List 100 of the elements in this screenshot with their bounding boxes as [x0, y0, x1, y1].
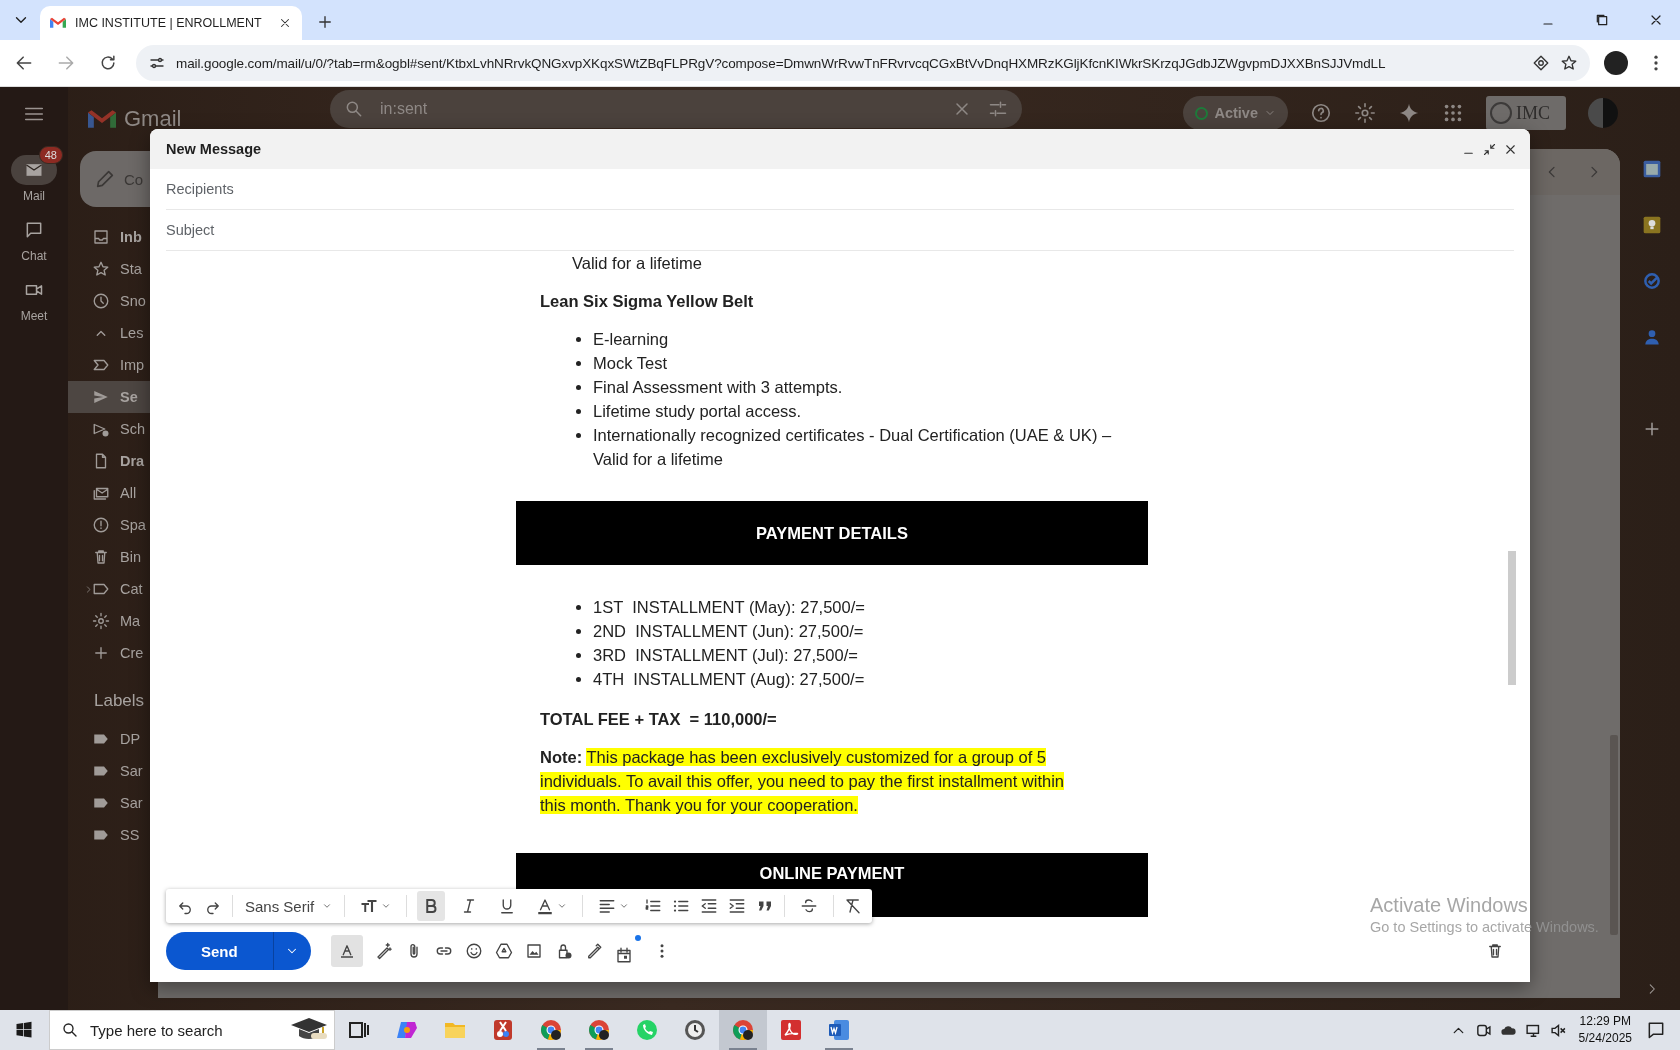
chrome-icon: [731, 1018, 755, 1042]
help-icon[interactable]: [1310, 102, 1332, 124]
send-button[interactable]: Send: [166, 932, 273, 970]
list-item-text: Mock Test: [593, 353, 667, 374]
restore-icon[interactable]: [1594, 12, 1610, 28]
nav-item[interactable]: Sta: [68, 253, 150, 285]
star-icon: [92, 260, 110, 278]
note-text: Note: This package has been exclusively customized for a group of 5 individuals. To avail this offer, you need to pay the first installment within this month. Thank you for your cooperation.: [540, 747, 1066, 816]
rail-item[interactable]: Meet: [3, 265, 65, 323]
rail-item[interactable]: Chat: [3, 205, 65, 263]
bookmark-star-icon[interactable]: [1560, 54, 1578, 72]
nav-item[interactable]: Imp: [68, 349, 150, 381]
bullet-dot: [576, 653, 581, 658]
pdf-document-icon: [779, 1018, 803, 1042]
gmail-logo-icon: [50, 17, 66, 29]
nav-item[interactable]: Les: [68, 317, 150, 349]
chrome-icon: [587, 1018, 611, 1042]
indent-less-icon[interactable]: [700, 897, 719, 915]
exit-full-screen-icon[interactable]: [1482, 141, 1497, 157]
bullet-dot: [576, 361, 581, 366]
calendar-icon[interactable]: [1642, 159, 1662, 179]
formatting-options-button[interactable]: [330, 935, 363, 967]
trash-icon: [92, 548, 110, 566]
unread-count-badge: 48: [38, 146, 63, 164]
nav-item[interactable]: Se: [68, 381, 150, 413]
scrollbar-thumb[interactable]: [1610, 735, 1618, 935]
nav-item[interactable]: All: [68, 477, 150, 509]
nav-item[interactable]: Sch: [68, 413, 150, 445]
list-item-text: Final Assessment with 3 attempts.: [593, 377, 843, 398]
activation-title: Activate Windows: [1370, 894, 1529, 917]
nav-item[interactable]: Ma: [68, 605, 150, 637]
rail-item[interactable]: 48 Mail: [3, 145, 65, 203]
organization-logo: IMC: [1486, 96, 1566, 130]
bullet-dot: [576, 677, 581, 682]
running-indicator: [585, 1048, 613, 1050]
gmail-logo-icon: [88, 108, 116, 130]
nav-item[interactable]: Cre: [68, 637, 150, 669]
person-icon[interactable]: [1642, 327, 1662, 347]
label-item[interactable]: SS: [68, 819, 150, 851]
lightbulb-note-icon[interactable]: [1642, 215, 1662, 235]
text-color-icon: [536, 897, 555, 915]
rail-label: Mail: [23, 189, 45, 203]
nav-item[interactable]: Spa: [68, 509, 150, 541]
list-item-text: 3RD INSTALLMENT (Jul): 27,500/=: [593, 645, 858, 666]
scrollbar-thumb[interactable]: [1508, 551, 1516, 685]
taskbar-search-field[interactable]: Type here to search: [49, 1010, 335, 1050]
strikethrough-icon: [800, 897, 819, 915]
bullet-dot: [576, 605, 581, 610]
label-item[interactable]: DP: [68, 723, 150, 755]
address-field[interactable]: mail.google.com/mail/u/0/?tab=rm&ogbl#sent/KtbxLvhNRrvkQNGxvpXKqxSWtZBqFLPRgV?compose=DmwnWrRvwTnFRvrvcqCGxBtVvDnqHXMRzKGljKfcnKIWkrSKrzqJGdbJZWgvpmDJXXBnSJJVmdLL: [136, 45, 1590, 81]
caret-icon: [619, 901, 630, 911]
apps-grid-icon[interactable]: [1442, 102, 1464, 124]
bullet-dot: [576, 385, 581, 390]
smiley-icon[interactable]: [464, 942, 483, 960]
triangle-icon[interactable]: [494, 942, 513, 960]
send-options-button[interactable]: [272, 932, 311, 970]
windows-start-icon[interactable]: [15, 1021, 33, 1039]
list-item-text: 1ST INSTALLMENT (May): 27,500/=: [593, 597, 865, 618]
taskbar-clock[interactable]: 12:29 PM 5/24/2025: [1578, 1013, 1632, 1047]
tab-title: IMC INSTITUTE | ENROLLMENT: [75, 16, 263, 30]
lens-icon[interactable]: [1532, 54, 1550, 72]
nav-item[interactable]: Bin: [68, 541, 150, 573]
label-item[interactable]: Sar: [68, 787, 150, 819]
compose-title: New Message: [166, 141, 262, 157]
clock-icon: [683, 1018, 707, 1042]
bullet-dot: [576, 433, 581, 438]
nav-item[interactable]: Dra: [68, 445, 150, 477]
font-dropdown[interactable]: Sans Serif: [243, 897, 335, 915]
gear-icon: [92, 612, 110, 630]
tasks-check-icon[interactable]: [1642, 271, 1662, 291]
trash-icon[interactable]: [1486, 942, 1504, 960]
running-indicator: [729, 1048, 757, 1050]
indent-more-icon[interactable]: [728, 897, 747, 915]
nav-item[interactable]: Cat: [68, 573, 150, 605]
close-icon[interactable]: [278, 16, 292, 30]
send-icon: [92, 388, 110, 406]
search-icon[interactable]: [344, 99, 364, 119]
nav-item[interactable]: Inb: [68, 221, 150, 253]
notification-icon[interactable]: [1646, 1020, 1666, 1040]
image-icon[interactable]: [524, 942, 543, 960]
profile-avatar[interactable]: [1604, 51, 1628, 75]
browser-tab[interactable]: IMC INSTITUTE | ENROLLMENT: [40, 6, 302, 40]
label-item[interactable]: Sar: [68, 755, 150, 787]
remove-formatting-icon[interactable]: [844, 897, 863, 915]
bold-button[interactable]: [417, 891, 446, 921]
search-options-icon[interactable]: [988, 99, 1008, 119]
chrome-icon: [539, 1018, 563, 1042]
sparkle-icon[interactable]: [1398, 102, 1420, 124]
caret-icon: [381, 901, 392, 911]
text-size-icon: [360, 897, 379, 915]
caret-icon: [557, 901, 568, 911]
new-tab-icon[interactable]: [316, 13, 334, 31]
inbox-icon: [92, 228, 110, 246]
settings-icon[interactable]: [1354, 102, 1376, 124]
taskbar-app-button[interactable]: [719, 1010, 767, 1050]
running-indicator: [537, 1048, 565, 1050]
chat-bubble-icon: [24, 220, 44, 240]
nav-item[interactable]: Sno: [68, 285, 150, 317]
search-icon: [61, 1021, 79, 1039]
rail-label: Chat: [21, 249, 47, 263]
